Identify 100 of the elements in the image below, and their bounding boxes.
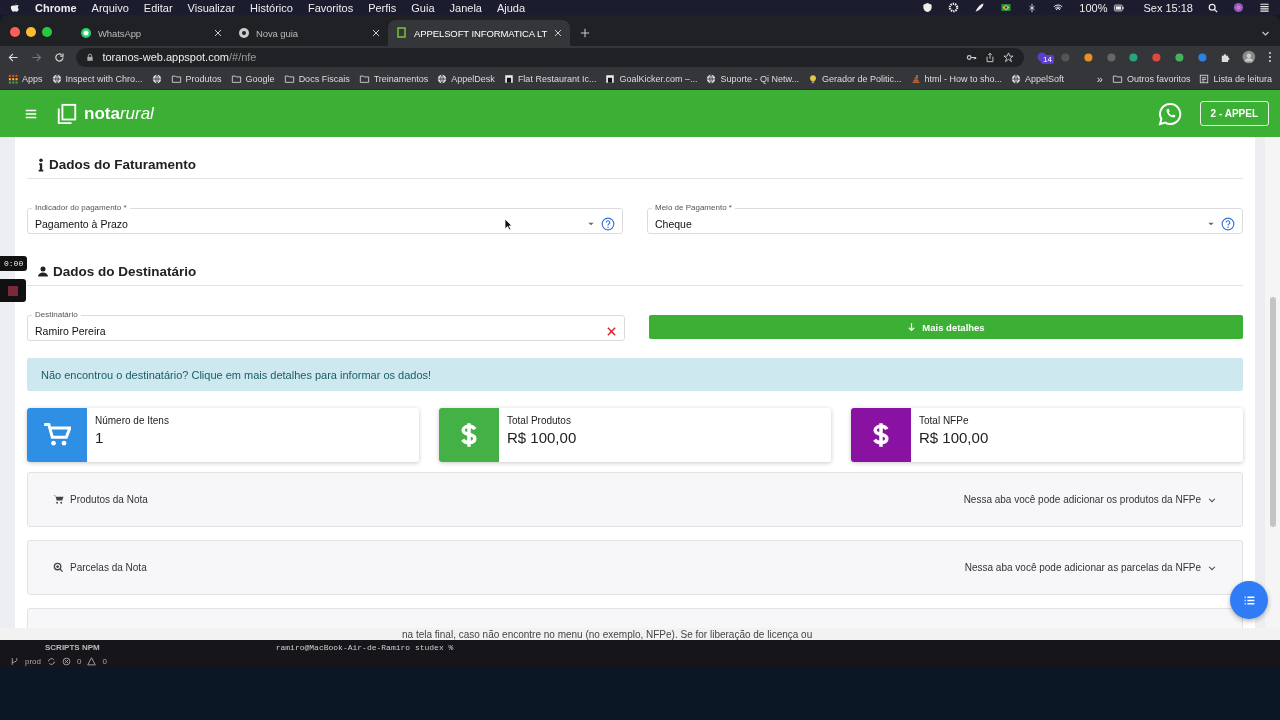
arrow-down-icon (907, 322, 917, 332)
globe-icon (51, 73, 62, 84)
panel-heading[interactable]: SCRIPTS NPM (45, 642, 100, 652)
panel-title: Parcelas da Nota (70, 562, 147, 573)
help-icon[interactable] (1221, 217, 1235, 231)
chat-phone-icon[interactable] (1157, 101, 1182, 126)
extension-icon[interactable] (1082, 51, 1094, 63)
more-vertical-icon[interactable] (1268, 51, 1272, 63)
close-window-button[interactable] (10, 27, 20, 37)
wifi-icon[interactable] (1052, 2, 1065, 13)
plus-icon[interactable] (580, 28, 590, 38)
warning-icon (87, 656, 97, 666)
folder-icon (1111, 73, 1123, 84)
minimize-window-button[interactable] (26, 27, 36, 37)
select-field[interactable]: Indicador do pagamento * Pagamento à Prazo (27, 202, 623, 234)
close-icon[interactable] (554, 29, 562, 37)
terminal-prompt: ramiro@MacBook-Air-de-Ramiro studex % (275, 642, 454, 652)
shield-check-icon[interactable] (922, 2, 934, 13)
info-icon (37, 157, 45, 172)
feather-icon[interactable] (974, 2, 986, 13)
menu-item[interactable]: Guia (411, 1, 435, 14)
sync-icon[interactable] (47, 656, 56, 666)
bookmark-link[interactable]: Docs Fiscais (283, 73, 350, 84)
back-arrow-icon[interactable] (8, 51, 19, 63)
tab-title: APPELSOFT INFORMATICA LT (414, 27, 548, 39)
menu-item[interactable]: Favoritos (307, 1, 354, 14)
forward-arrow-icon[interactable] (30, 51, 42, 63)
list-icon[interactable] (1259, 2, 1270, 13)
close-icon[interactable] (372, 29, 380, 37)
share-icon[interactable] (984, 51, 995, 63)
clear-icon[interactable] (606, 325, 617, 337)
bookmark-link[interactable]: Treinamentos (358, 73, 429, 84)
orb-icon[interactable] (1233, 2, 1244, 13)
warning-count: 0 (102, 656, 107, 666)
menu-item[interactable]: Editar (143, 1, 173, 14)
menu-item[interactable]: Ajuda (496, 1, 526, 14)
app-menu[interactable]: Chrome (35, 1, 77, 14)
browser-tab[interactable]: APPELSOFT INFORMATICA LT (388, 20, 570, 46)
bookmark-folder[interactable]: Outros favoritos (1111, 73, 1191, 84)
bookmark-link[interactable]: AppelDesk (437, 73, 495, 84)
menu-item[interactable]: Arquivo (91, 1, 129, 14)
avatar-icon[interactable] (1242, 50, 1257, 64)
browser-tab[interactable]: WhatsApp (72, 20, 230, 46)
zoom-icon (53, 562, 64, 573)
panel-hint: Nessa aba você pode adicionar os produtos da NFPe (963, 494, 1201, 505)
accordion-panel[interactable]: Produtos da Nota Nessa aba você pode adicionar os produtos da NFPe (27, 472, 1243, 527)
pages-icon (396, 27, 408, 39)
menu-item[interactable]: Janela (449, 1, 482, 14)
select-field[interactable]: Meio de Pagamento * Cheque (647, 202, 1243, 234)
star-icon[interactable] (1002, 51, 1014, 63)
reading-list-button[interactable]: Lista de leitura (1199, 73, 1272, 84)
stat-value: R$ 100,00 (919, 429, 989, 446)
network-icon[interactable] (1027, 2, 1038, 13)
reload-icon[interactable] (53, 51, 65, 63)
gear-icon[interactable] (948, 2, 960, 13)
scrollbar-thumb[interactable] (1269, 297, 1276, 527)
recording-timer: 0:00 (0, 256, 28, 271)
bookmark-link[interactable]: Apps (8, 73, 43, 84)
bookmark-link[interactable]: Suporte - Qi Netw... (706, 73, 799, 84)
field-label: Meio de Pagamento * (652, 202, 735, 213)
menu-item[interactable]: Visualizar (187, 1, 236, 14)
help-icon[interactable] (601, 217, 615, 231)
cart-icon (43, 421, 71, 449)
address-bar[interactable]: toranos-web.appspot.com/#/nfe (76, 47, 1024, 67)
bookmark-link[interactable]: Gerador de Politic... (807, 73, 902, 84)
search-icon[interactable] (1208, 2, 1218, 13)
globe-icon (151, 73, 162, 84)
field-label: Indicador do pagamento * (32, 202, 130, 213)
extension-icon[interactable] (1128, 51, 1140, 63)
folder-icon (283, 73, 295, 84)
bookmark-link[interactable]: Inspect with Chro... (51, 73, 143, 84)
zoom-window-button[interactable] (42, 27, 52, 37)
menu-item[interactable]: Histórico (250, 1, 293, 14)
bookmark-link[interactable]: Flat Restaurant Ic... (503, 73, 597, 84)
dropdown-caret-icon (587, 220, 595, 228)
browser-tab[interactable]: Nova guia (230, 20, 388, 46)
panel-title: Produtos da Nota (70, 494, 148, 505)
globe-icon (1011, 73, 1022, 84)
globe-icon (706, 73, 717, 84)
bookmark-link[interactable]: Google (230, 73, 275, 84)
extension-icon[interactable] (1173, 51, 1185, 63)
puzzle-icon[interactable] (1219, 51, 1231, 63)
flag-icon[interactable] (1000, 3, 1013, 12)
accordion-panel[interactable]: Parcelas da Nota Nessa aba você pode adicionar as parcelas da NFPe (27, 540, 1243, 595)
menu-item[interactable]: Perfis (368, 1, 397, 14)
bookmark-link[interactable]: html - How to sho... (910, 73, 1003, 84)
folder-icon (358, 73, 370, 84)
folder-icon (170, 73, 182, 84)
bookmark-link[interactable]: GoalKicker.com –... (605, 73, 698, 84)
more-bookmarks-button[interactable]: » (1096, 72, 1103, 85)
error-icon (62, 656, 71, 666)
close-icon[interactable] (214, 29, 222, 37)
bookmark-link[interactable]: AppelSoft (1011, 73, 1065, 84)
url-text: toranos-web.appspot.com/#/nfe (102, 51, 257, 63)
recipient-field[interactable]: Destinatário Ramiro Pereira (27, 309, 625, 341)
panel-hint: Nessa aba você pode adicionar as parcelas da NFPe (964, 562, 1201, 573)
section-title: Dados do Destinatário (53, 264, 197, 279)
chat-icon (80, 27, 92, 39)
bookmark-link[interactable]: Produtos (170, 73, 222, 84)
bulb-icon (807, 73, 818, 84)
